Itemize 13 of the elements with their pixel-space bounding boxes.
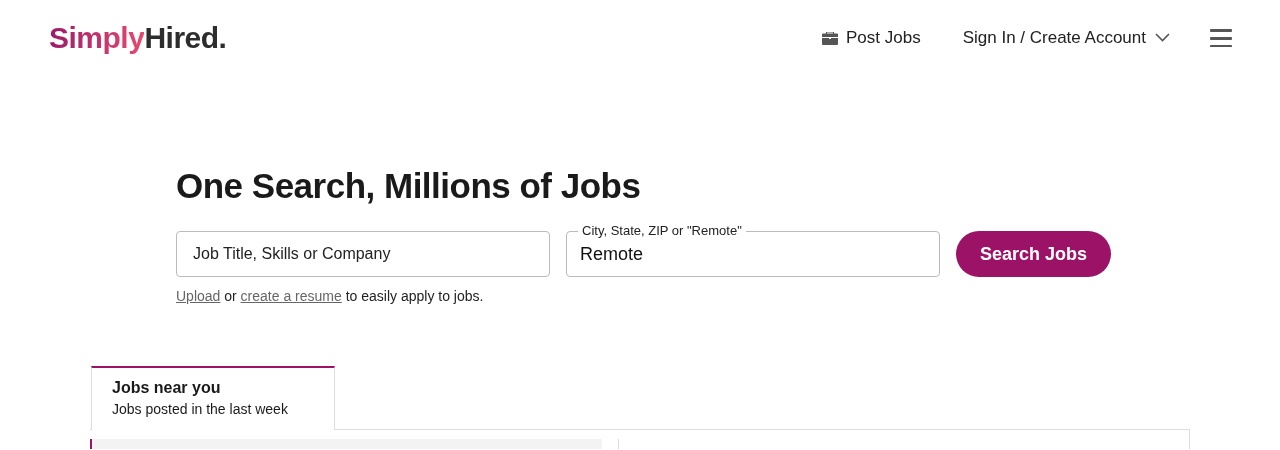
page-heading: One Search, Millions of Jobs bbox=[176, 165, 642, 207]
tab[interactable]: Jobs near you Jobs posted in the last week bbox=[91, 366, 335, 430]
field-label: City, State, ZIP or "Remote" bbox=[578, 223, 746, 239]
post-jobs-link[interactable]: Post Jobs bbox=[822, 27, 921, 48]
search-button[interactable]: Search Jobs bbox=[956, 231, 1112, 277]
account-menu-link[interactable]: Sign In / Create Account bbox=[962, 27, 1170, 48]
upload-link[interactable]: Upload bbox=[176, 288, 221, 304]
create-resume-link[interactable]: create a resume bbox=[240, 288, 342, 304]
briefcase-icon bbox=[822, 30, 838, 45]
job-title-field[interactable]: Job Title, Skills or Company bbox=[176, 231, 550, 277]
chevron-down-icon bbox=[1155, 33, 1170, 42]
menu-icon[interactable] bbox=[1210, 28, 1232, 47]
resume-note: Upload or create a resume to easily apply to jobs. bbox=[176, 287, 485, 305]
